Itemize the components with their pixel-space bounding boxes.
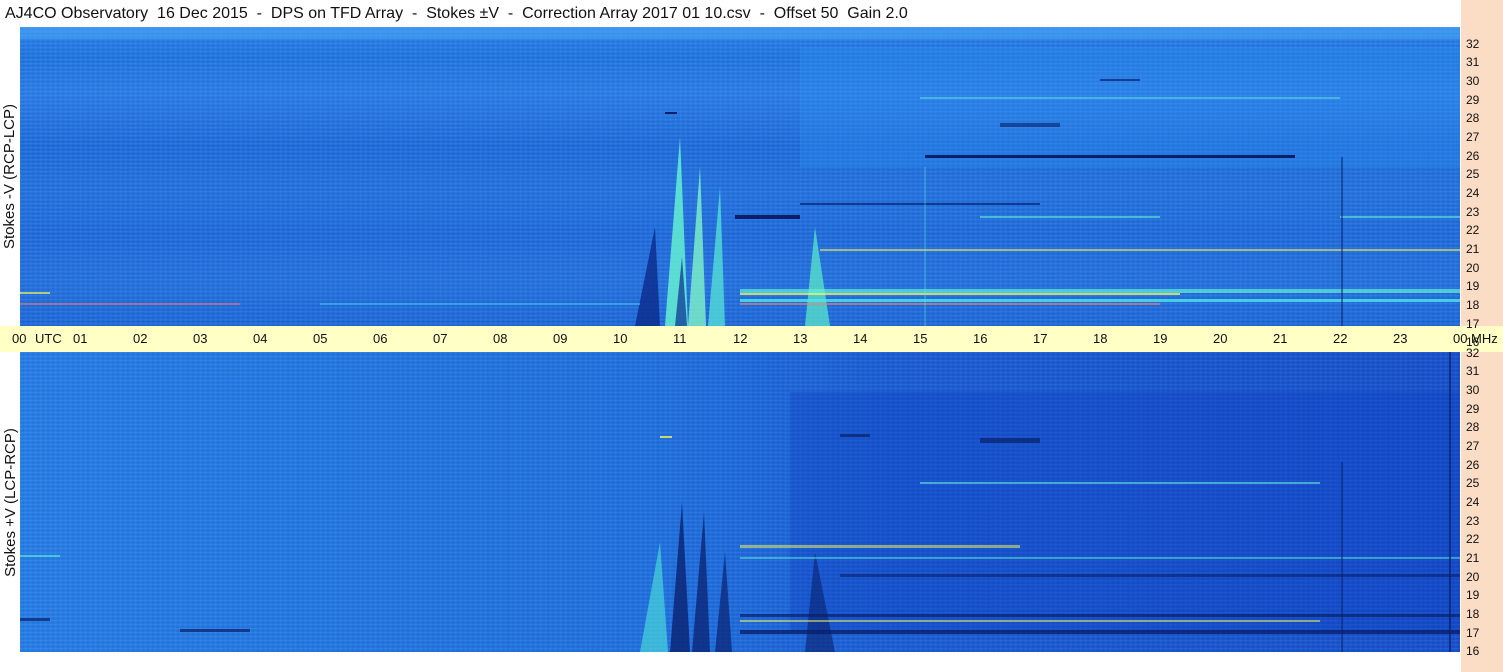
bottom-panel-ylabel: Stokes +V (LCP-RCP) — [0, 352, 20, 652]
time-tick-10: 10 — [613, 331, 628, 346]
bottom-freq-tick-16: 16 — [1466, 644, 1480, 658]
time-tick-07: 07 — [433, 331, 448, 346]
top-freq-tick-29: 29 — [1466, 93, 1480, 107]
bottom-freq-tick-25: 25 — [1466, 476, 1480, 490]
time-tick-05: 05 — [313, 331, 328, 346]
top-freq-tick-27: 27 — [1466, 130, 1480, 144]
top-freq-tick-17: 17 — [1466, 317, 1480, 331]
bottom-freq-tick-21: 21 — [1466, 551, 1480, 565]
bottom-freq-tick-30: 30 — [1466, 383, 1480, 397]
bottom-freq-tick-18: 18 — [1466, 607, 1480, 621]
bottom-freq-tick-28: 28 — [1466, 420, 1480, 434]
top-freq-tick-20: 20 — [1466, 261, 1480, 275]
bottom-freq-tick-26: 26 — [1466, 458, 1480, 472]
top-freq-tick-25: 25 — [1466, 167, 1480, 181]
time-tick-00: 00 — [12, 331, 27, 346]
time-tick-17: 17 — [1033, 331, 1048, 346]
top-freq-tick-24: 24 — [1466, 186, 1480, 200]
time-axis: 00 UTC 01 02 03 04 05 06 07 08 09 10 11 … — [0, 326, 1503, 352]
time-tick-18: 18 — [1093, 331, 1108, 346]
bottom-freq-tick-23: 23 — [1466, 514, 1480, 528]
top-freq-tick-23: 23 — [1466, 205, 1480, 219]
time-tick-23: 23 — [1393, 331, 1408, 346]
top-freq-tick-22: 22 — [1466, 223, 1480, 237]
top-freq-tick-18: 18 — [1466, 298, 1480, 312]
bottom-freq-tick-31: 31 — [1466, 364, 1480, 378]
top-freq-tick-19: 19 — [1466, 279, 1480, 293]
top-freq-tick-32: 32 — [1466, 37, 1480, 51]
bottom-freq-tick-20: 20 — [1466, 570, 1480, 584]
time-tick-06: 06 — [373, 331, 388, 346]
bottom-freq-tick-29: 29 — [1466, 402, 1480, 416]
time-tick-11: 11 — [673, 331, 687, 346]
time-tick-22: 22 — [1333, 331, 1348, 346]
bottom-spectrogram — [20, 352, 1460, 652]
time-tick-02: 02 — [133, 331, 148, 346]
time-tick-04: 04 — [253, 331, 268, 346]
time-tick-20: 20 — [1213, 331, 1228, 346]
top-spectrogram-features — [20, 27, 1460, 326]
top-freq-tick-31: 31 — [1466, 55, 1480, 69]
time-tick-16: 16 — [973, 331, 988, 346]
bottom-panel-label: Stokes +V (LCP-RCP) — [1, 427, 19, 577]
top-panel-ylabel: Stokes -V (RCP-LCP) — [0, 27, 20, 326]
bottom-freq-tick-27: 27 — [1466, 439, 1480, 453]
time-axis-unit: UTC — [35, 331, 62, 346]
time-tick-14: 14 — [853, 331, 868, 346]
time-tick-08: 08 — [493, 331, 508, 346]
time-tick-13: 13 — [793, 331, 808, 346]
bottom-freq-tick-19: 19 — [1466, 588, 1480, 602]
time-tick-21: 21 — [1273, 331, 1288, 346]
top-freq-tick-30: 30 — [1466, 74, 1480, 88]
bottom-freq-tick-32: 32 — [1466, 346, 1480, 360]
time-tick-15: 15 — [913, 331, 928, 346]
top-freq-tick-21: 21 — [1466, 242, 1480, 256]
time-tick-03: 03 — [193, 331, 208, 346]
top-freq-tick-28: 28 — [1466, 111, 1480, 125]
top-freq-tick-26: 26 — [1466, 149, 1480, 163]
top-spectrogram — [20, 27, 1460, 326]
time-tick-01: 01 — [73, 331, 88, 346]
bottom-freq-tick-24: 24 — [1466, 495, 1480, 509]
time-tick-09: 09 — [553, 331, 568, 346]
top-panel-label: Stokes -V (RCP-LCP) — [1, 103, 19, 250]
bottom-freq-tick-17: 17 — [1466, 626, 1480, 640]
title-bar: AJ4CO Observatory 16 Dec 2015 - DPS on T… — [0, 0, 1461, 27]
time-tick-12: 12 — [733, 331, 748, 346]
time-tick-19: 19 — [1153, 331, 1168, 346]
bottom-spectrogram-features — [20, 352, 1460, 652]
bottom-freq-tick-22: 22 — [1466, 532, 1480, 546]
